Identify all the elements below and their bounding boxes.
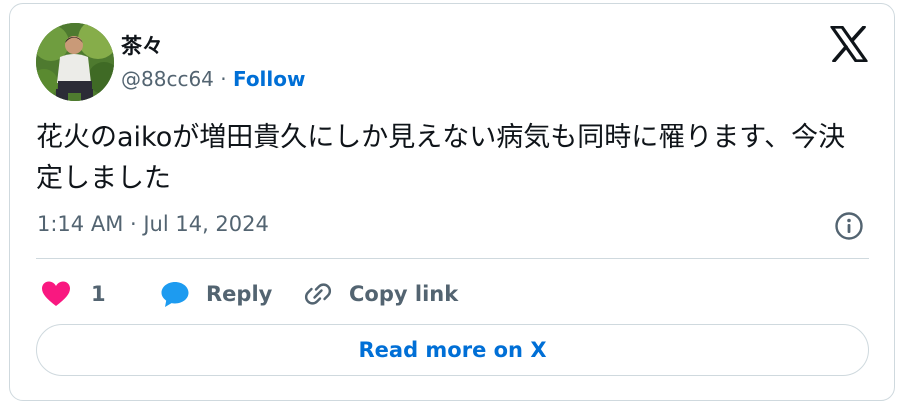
divider [36, 258, 869, 259]
x-logo-icon[interactable] [830, 25, 868, 63]
handle-row: @88cc64 · Follow [121, 67, 306, 91]
copy-link-label: Copy link [349, 282, 459, 306]
reply-button[interactable]: Reply [144, 277, 272, 311]
display-name[interactable]: 茶々 [121, 30, 163, 60]
like-button[interactable]: 1 [41, 277, 106, 311]
avatar[interactable] [36, 23, 114, 101]
reply-label: Reply [206, 282, 273, 306]
read-more-label: Read more on X [358, 338, 547, 362]
reply-bubble-icon [160, 280, 190, 308]
read-more-button[interactable]: Read more on X [36, 324, 869, 376]
follow-button[interactable]: Follow [233, 67, 306, 91]
tweet-text: 花火のaikoが増田貴久にしか見えない病気も同時に罹ります、今決定しました [36, 122, 846, 194]
copy-link-button[interactable]: Copy link [287, 277, 458, 311]
heart-icon [41, 280, 71, 308]
user-handle[interactable]: @88cc64 [121, 67, 214, 91]
like-count: 1 [91, 282, 106, 306]
separator: · [213, 67, 233, 91]
tweet-timestamp[interactable]: 1:14 AM · Jul 14, 2024 [37, 212, 269, 236]
info-icon[interactable] [834, 211, 864, 241]
link-icon [303, 279, 333, 309]
